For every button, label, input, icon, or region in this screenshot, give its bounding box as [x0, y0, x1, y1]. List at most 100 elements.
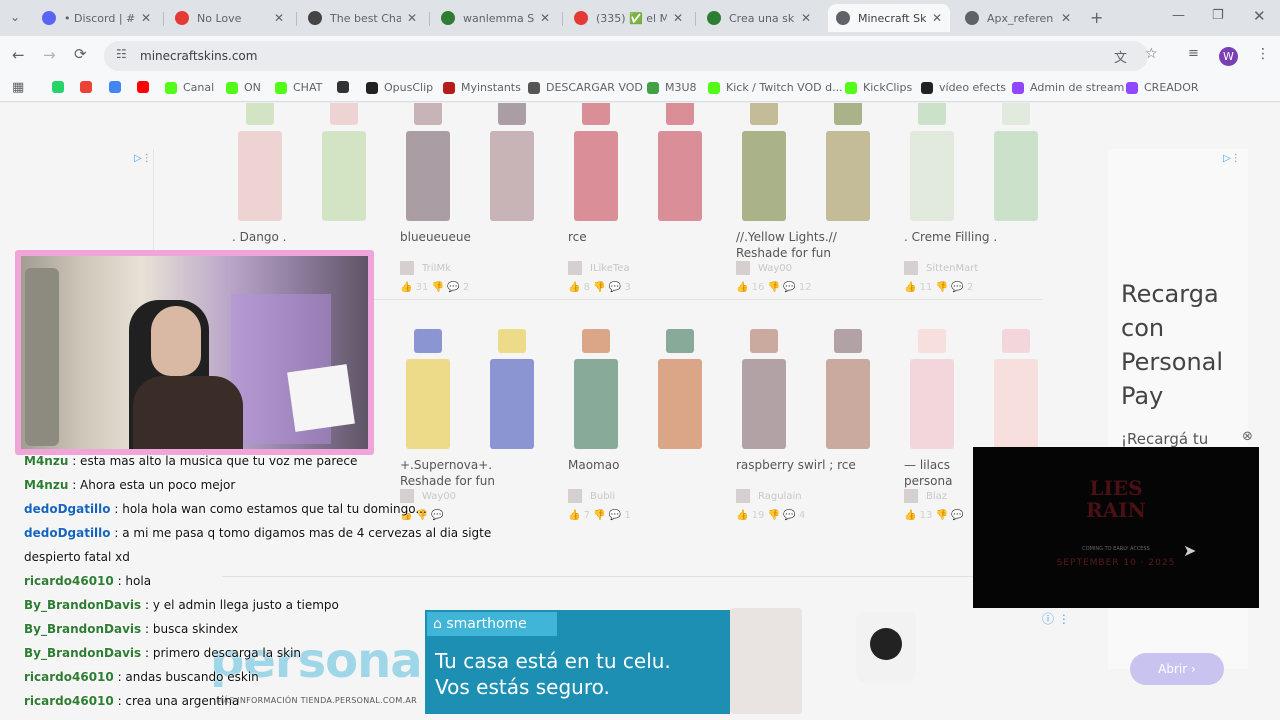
menu-icon[interactable]: ⋮ [1256, 46, 1270, 62]
bookmark-item[interactable]: ON [226, 81, 261, 94]
skin-author[interactable]: Bubli [568, 489, 615, 503]
chat-username[interactable]: dedoDgatillo [24, 526, 111, 540]
ad-info-icon[interactable]: ⓘ ⋮ [1042, 610, 1070, 627]
chat-username[interactable]: M4nzu [24, 478, 68, 492]
forward-button[interactable]: → [43, 46, 56, 64]
maximize-button[interactable]: ❐ [1212, 8, 1224, 23]
tab-close-icon[interactable]: ✕ [141, 11, 151, 25]
like-icon[interactable]: 👍 [400, 282, 416, 293]
browser-tab[interactable]: • Discord | # ✕ [34, 4, 159, 32]
dislike-comment-icons[interactable]: 👎 💬 [764, 510, 798, 521]
chat-username[interactable]: M4nzu [24, 454, 68, 468]
browser-tab[interactable]: Crea una skin ✕ [699, 4, 819, 32]
url-text[interactable]: minecraftskins.com [140, 49, 257, 63]
tab-close-icon[interactable]: ✕ [540, 11, 550, 25]
dislike-comment-icons[interactable]: 👎 💬 [590, 282, 624, 293]
skin-card[interactable]: blueueueue TriIMk 👍 31 👎 💬 2 [400, 103, 550, 293]
bookmark-star-icon[interactable]: ☆ [1145, 46, 1158, 62]
media-control-icon[interactable]: ≡ [1188, 46, 1199, 61]
skin-author[interactable]: Blaz [904, 489, 947, 503]
browser-tab[interactable]: (335) ✅ el MI ✕ [566, 4, 691, 32]
tab-close-icon[interactable]: ✕ [1061, 11, 1071, 25]
like-icon[interactable]: 👍 [736, 510, 752, 521]
adchoices-icon[interactable]: ▷⋮ [134, 153, 152, 164]
skin-name[interactable]: raspberry swirl ; rce [736, 457, 856, 473]
bookmark-item[interactable] [337, 81, 355, 93]
skin-author[interactable]: TriIMk [400, 261, 451, 275]
bookmark-item[interactable]: Kick / Twitch VOD d... [708, 81, 843, 94]
side-ad-button[interactable]: Abrir › [1130, 653, 1224, 685]
new-tab-button[interactable]: + [1090, 8, 1103, 27]
chat-username[interactable]: By_BrandonDavis [24, 598, 141, 612]
skin-author[interactable]: SittenMart [904, 261, 978, 275]
bookmark-item[interactable]: Canal [165, 81, 214, 94]
skin-card[interactable]: raspberry swirl ; rce Ragulain 👍 19 👎 💬 4 [736, 329, 886, 521]
bookmark-item[interactable]: CHAT [275, 81, 322, 94]
site-info-icon[interactable]: ☷ [116, 47, 127, 61]
skin-name[interactable]: rce [568, 229, 587, 245]
reload-icon[interactable]: ⟳ [74, 45, 87, 63]
skin-card[interactable]: //.Yellow Lights.// Reshade for fun Way00… [736, 103, 886, 293]
chat-username[interactable]: ricardo46010 [24, 574, 114, 588]
adchoices-icon[interactable]: ▷⋮ [1223, 153, 1241, 164]
chat-username[interactable]: ricardo46010 [24, 670, 114, 684]
bookmark-item[interactable]: Admin de stream [1012, 81, 1124, 94]
skin-author[interactable]: Ragulain [736, 489, 802, 503]
like-icon[interactable]: 👍 [568, 510, 584, 521]
like-icon[interactable]: 👍 [568, 282, 584, 293]
tab-search-icon[interactable]: ⌄ [10, 10, 20, 24]
bookmark-item[interactable]: vídeo efects [921, 81, 1006, 94]
tab-close-icon[interactable]: ✕ [801, 11, 811, 25]
like-icon[interactable]: 👍 [904, 282, 920, 293]
tab-close-icon[interactable]: ✕ [673, 11, 683, 25]
bookmark-item[interactable]: Myinstants [443, 81, 521, 94]
browser-tab[interactable]: No Love ✕ [167, 4, 292, 32]
skin-name[interactable]: //.Yellow Lights.// Reshade for fun [736, 229, 837, 261]
bookmark-item[interactable]: M3U8 [647, 81, 697, 94]
skin-name[interactable]: — lilacs persona [904, 457, 953, 489]
skin-name[interactable]: blueueueue [400, 229, 471, 245]
address-bar[interactable]: ☷ minecraftskins.com 文 ☆ [104, 41, 1158, 71]
browser-tab[interactable]: wanlemma St ✕ [433, 4, 558, 32]
skin-name[interactable]: Maomao [568, 457, 619, 473]
dislike-comment-icons[interactable]: 👎 💬 [428, 282, 462, 293]
bookmark-item[interactable] [52, 81, 70, 93]
like-icon[interactable]: 👍 [736, 282, 752, 293]
tab-close-icon[interactable]: ✕ [932, 11, 942, 25]
profile-avatar[interactable]: W [1219, 47, 1238, 66]
chat-username[interactable]: ricardo46010 [24, 694, 114, 708]
bookmark-item[interactable] [137, 81, 155, 93]
translate-icon[interactable]: 文 [1114, 47, 1127, 66]
chat-username[interactable]: By_BrandonDavis [24, 646, 141, 660]
skin-name[interactable]: . Creme Filling . [904, 229, 997, 245]
dislike-comment-icons[interactable]: 👎 💬 [932, 510, 964, 521]
popup-video[interactable]: LIES RAIN COMING TO EARLY ACCESS SEPTEMB… [973, 447, 1259, 608]
dislike-comment-icons[interactable]: 👎 💬 [932, 282, 966, 293]
bookmark-item[interactable] [109, 81, 127, 93]
browser-tab[interactable]: The best Chat ✕ [300, 4, 425, 32]
skin-card[interactable]: . Creme Filling . SittenMart 👍 11 👎 💬 2 [904, 103, 1054, 293]
bookmark-item[interactable]: DESCARGAR VOD [528, 81, 643, 94]
tab-close-icon[interactable]: ✕ [274, 11, 284, 25]
like-icon[interactable]: 👍 [904, 510, 920, 521]
dislike-comment-icons[interactable]: 👎 💬 [590, 510, 624, 521]
chat-username[interactable]: dedoDgatillo [24, 502, 111, 516]
skin-author[interactable]: ILikeTea [568, 261, 630, 275]
apps-grid-icon[interactable]: ▦ [12, 80, 24, 95]
tab-close-icon[interactable]: ✕ [407, 11, 417, 25]
bookmark-item[interactable]: CREADOR [1126, 81, 1199, 94]
back-button[interactable]: ← [12, 46, 25, 64]
skin-card[interactable]: Maomao Bubli 👍 7 👎 💬 1 [568, 329, 718, 521]
bookmark-item[interactable]: OpusClip [366, 81, 433, 94]
minimize-button[interactable]: — [1172, 8, 1185, 23]
browser-tab[interactable]: Minecraft Skin ✕ [828, 4, 950, 32]
bookmark-item[interactable] [80, 81, 98, 93]
skin-name[interactable]: . Dango . [232, 229, 286, 245]
dislike-comment-icons[interactable]: 👎 💬 [764, 282, 798, 293]
popup-close-icon[interactable]: ⊗ [1242, 429, 1253, 444]
bookmark-item[interactable]: KickClips [845, 81, 912, 94]
close-window-button[interactable]: ✕ [1253, 7, 1266, 25]
skin-author[interactable]: Way00 [736, 261, 792, 275]
browser-tab[interactable]: Apx_referen ✕ [957, 4, 1079, 32]
chat-username[interactable]: By_BrandonDavis [24, 622, 141, 636]
